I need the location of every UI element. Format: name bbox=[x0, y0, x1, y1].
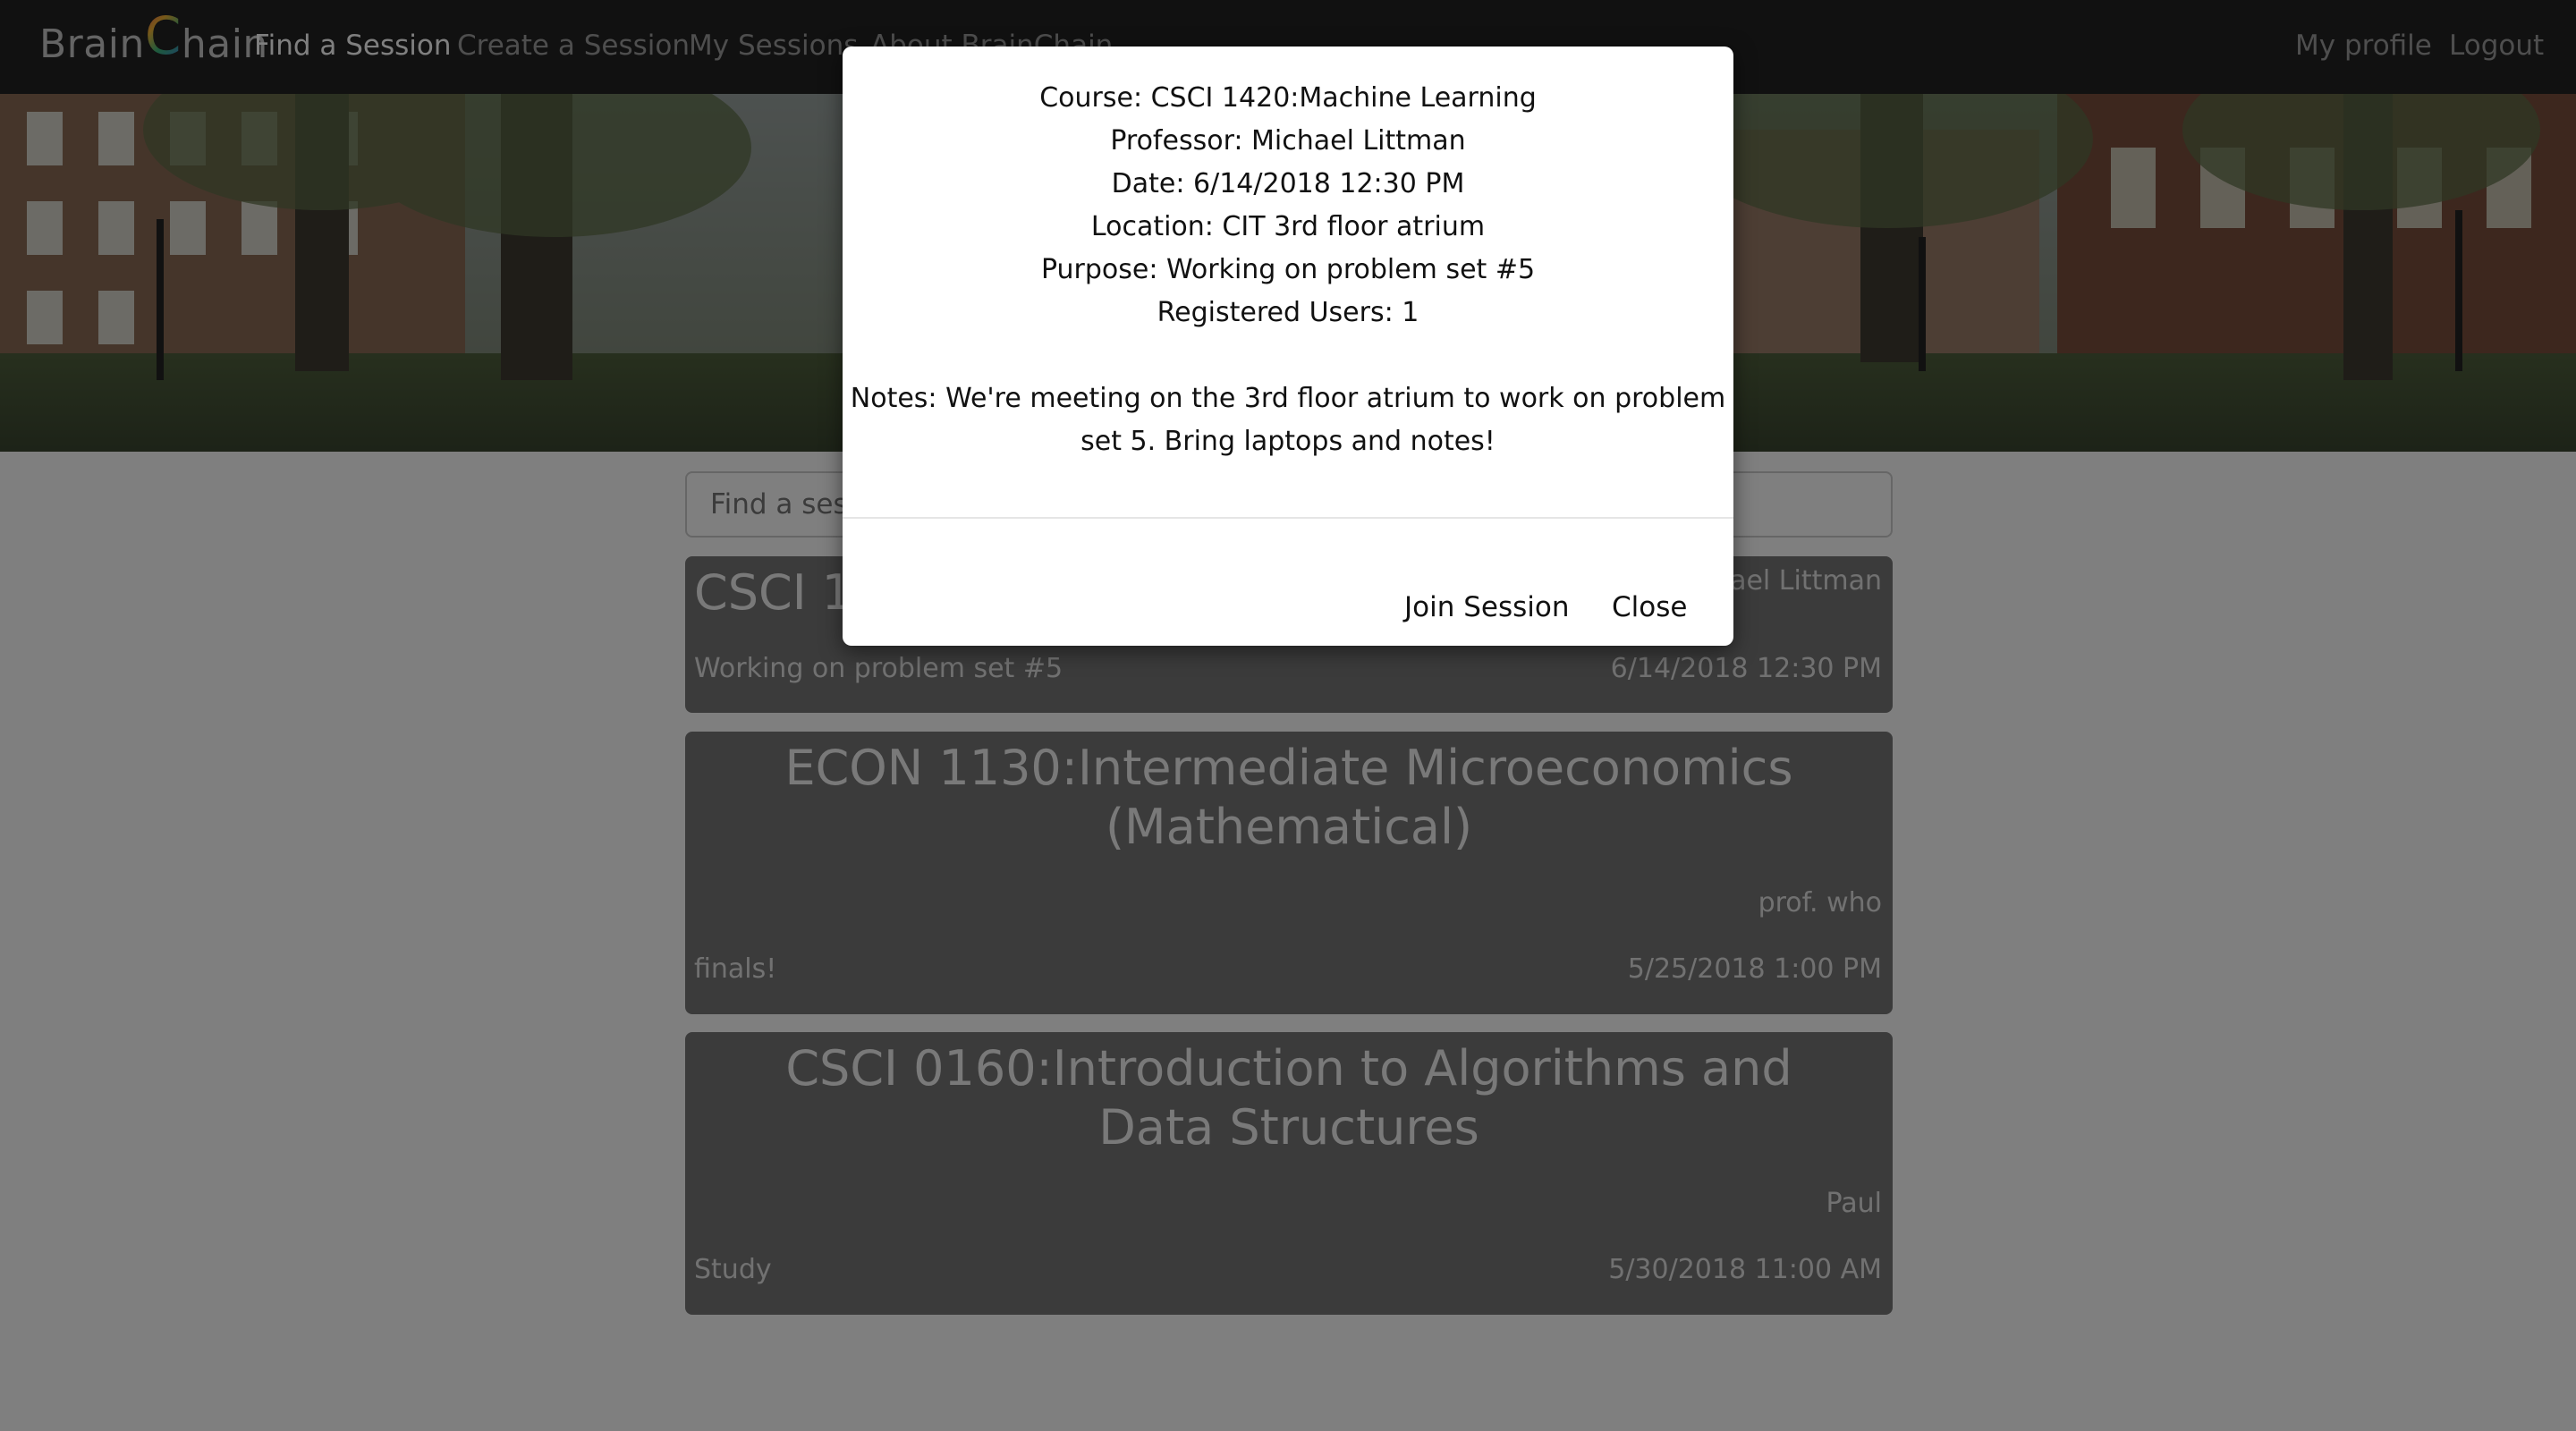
modal-date: Date: 6/14/2018 12:30 PM bbox=[1111, 168, 1465, 199]
modal-location: Location: CIT 3rd floor atrium bbox=[1090, 211, 1486, 242]
session-details-modal: Course: CSCI 1420:Machine Learning Profe… bbox=[843, 47, 1733, 646]
modal-footer-divider bbox=[843, 517, 1733, 519]
modal-registered-users: Registered Users: 1 bbox=[1157, 297, 1419, 328]
close-button[interactable]: Close bbox=[1612, 585, 1687, 630]
modal-notes-line-2: set 5. Bring laptops and notes! bbox=[1080, 426, 1496, 457]
modal-body: Course: CSCI 1420:Machine Learning Profe… bbox=[843, 47, 1733, 517]
modal-purpose: Purpose: Working on problem set #5 bbox=[1040, 254, 1536, 285]
modal-course: Course: CSCI 1420:Machine Learning bbox=[1039, 82, 1537, 114]
modal-notes-line-1: Notes: We're meeting on the 3rd floor at… bbox=[850, 383, 1726, 414]
join-session-button[interactable]: Join Session bbox=[1404, 585, 1570, 630]
modal-professor: Professor: Michael Littman bbox=[1110, 125, 1466, 157]
